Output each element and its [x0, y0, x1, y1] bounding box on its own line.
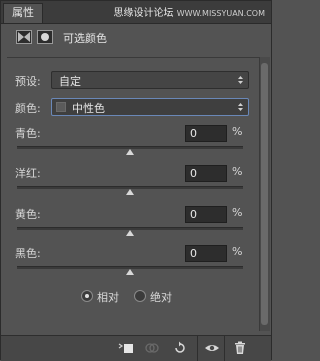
eye-icon[interactable] [203, 340, 221, 356]
absolute-radio[interactable] [134, 290, 146, 302]
preset-value: 自定 [59, 75, 81, 88]
colors-dropdown[interactable]: 中性色 [51, 98, 249, 116]
view-previous-icon[interactable] [143, 340, 161, 356]
method-radio-group: 相对 绝对 [1, 290, 271, 306]
reset-icon[interactable] [171, 340, 189, 356]
properties-panel: 属性 思缘设计论坛 WWW.MISSYUAN.COM 可选颜色 预设: 自定 颜… [0, 0, 272, 361]
colors-label: 颜色: [15, 102, 41, 115]
updown-arrow-icon [238, 76, 243, 84]
relative-radio[interactable] [81, 290, 93, 302]
trash-icon[interactable] [231, 340, 249, 356]
magenta-input[interactable]: 0 [185, 165, 227, 182]
panel-bottom-bar [1, 335, 271, 361]
magenta-slider-thumb[interactable] [126, 189, 134, 195]
preset-dropdown[interactable]: 自定 [51, 71, 249, 89]
colors-value: 中性色 [72, 102, 105, 115]
black-label: 黑色: [15, 247, 41, 260]
yellow-unit: % [232, 206, 243, 219]
tab-properties[interactable]: 属性 [3, 3, 43, 23]
cyan-slider-thumb[interactable] [126, 149, 134, 155]
yellow-slider-thumb[interactable] [126, 230, 134, 236]
yellow-label: 黄色: [15, 208, 41, 221]
bottom-separator [197, 336, 198, 361]
cyan-unit: % [232, 125, 243, 138]
cyan-label: 青色: [15, 127, 41, 140]
absolute-label[interactable]: 绝对 [150, 289, 172, 305]
watermark: 思缘设计论坛 WWW.MISSYUAN.COM [114, 4, 266, 19]
black-unit: % [232, 245, 243, 258]
cyan-input[interactable]: 0 [185, 125, 227, 142]
layer-mask-icon[interactable] [16, 30, 32, 44]
scrollbar-thumb[interactable] [261, 63, 268, 325]
watermark-url: WWW.MISSYUAN.COM [176, 9, 265, 18]
black-input[interactable]: 0 [185, 245, 227, 262]
panel-scrollbar[interactable] [259, 57, 270, 331]
clip-to-layer-icon[interactable] [117, 340, 135, 356]
magenta-unit: % [232, 165, 243, 178]
magenta-label: 洋红: [15, 167, 41, 180]
watermark-text: 思缘设计论坛 [113, 8, 174, 19]
panel-tab-bar: 属性 思缘设计论坛 WWW.MISSYUAN.COM [1, 1, 271, 24]
black-slider-thumb[interactable] [126, 269, 134, 275]
preset-label: 预设: [15, 75, 41, 88]
updown-arrow-icon [238, 103, 243, 111]
adjustment-header: 可选颜色 [1, 24, 271, 50]
color-swatch-icon [56, 102, 66, 112]
bottom-separator [224, 336, 225, 361]
yellow-input[interactable]: 0 [185, 206, 227, 223]
adjustment-title: 可选颜色 [63, 32, 107, 45]
relative-label[interactable]: 相对 [97, 289, 119, 305]
header-divider [7, 57, 259, 58]
pixel-mask-icon[interactable] [37, 30, 53, 44]
